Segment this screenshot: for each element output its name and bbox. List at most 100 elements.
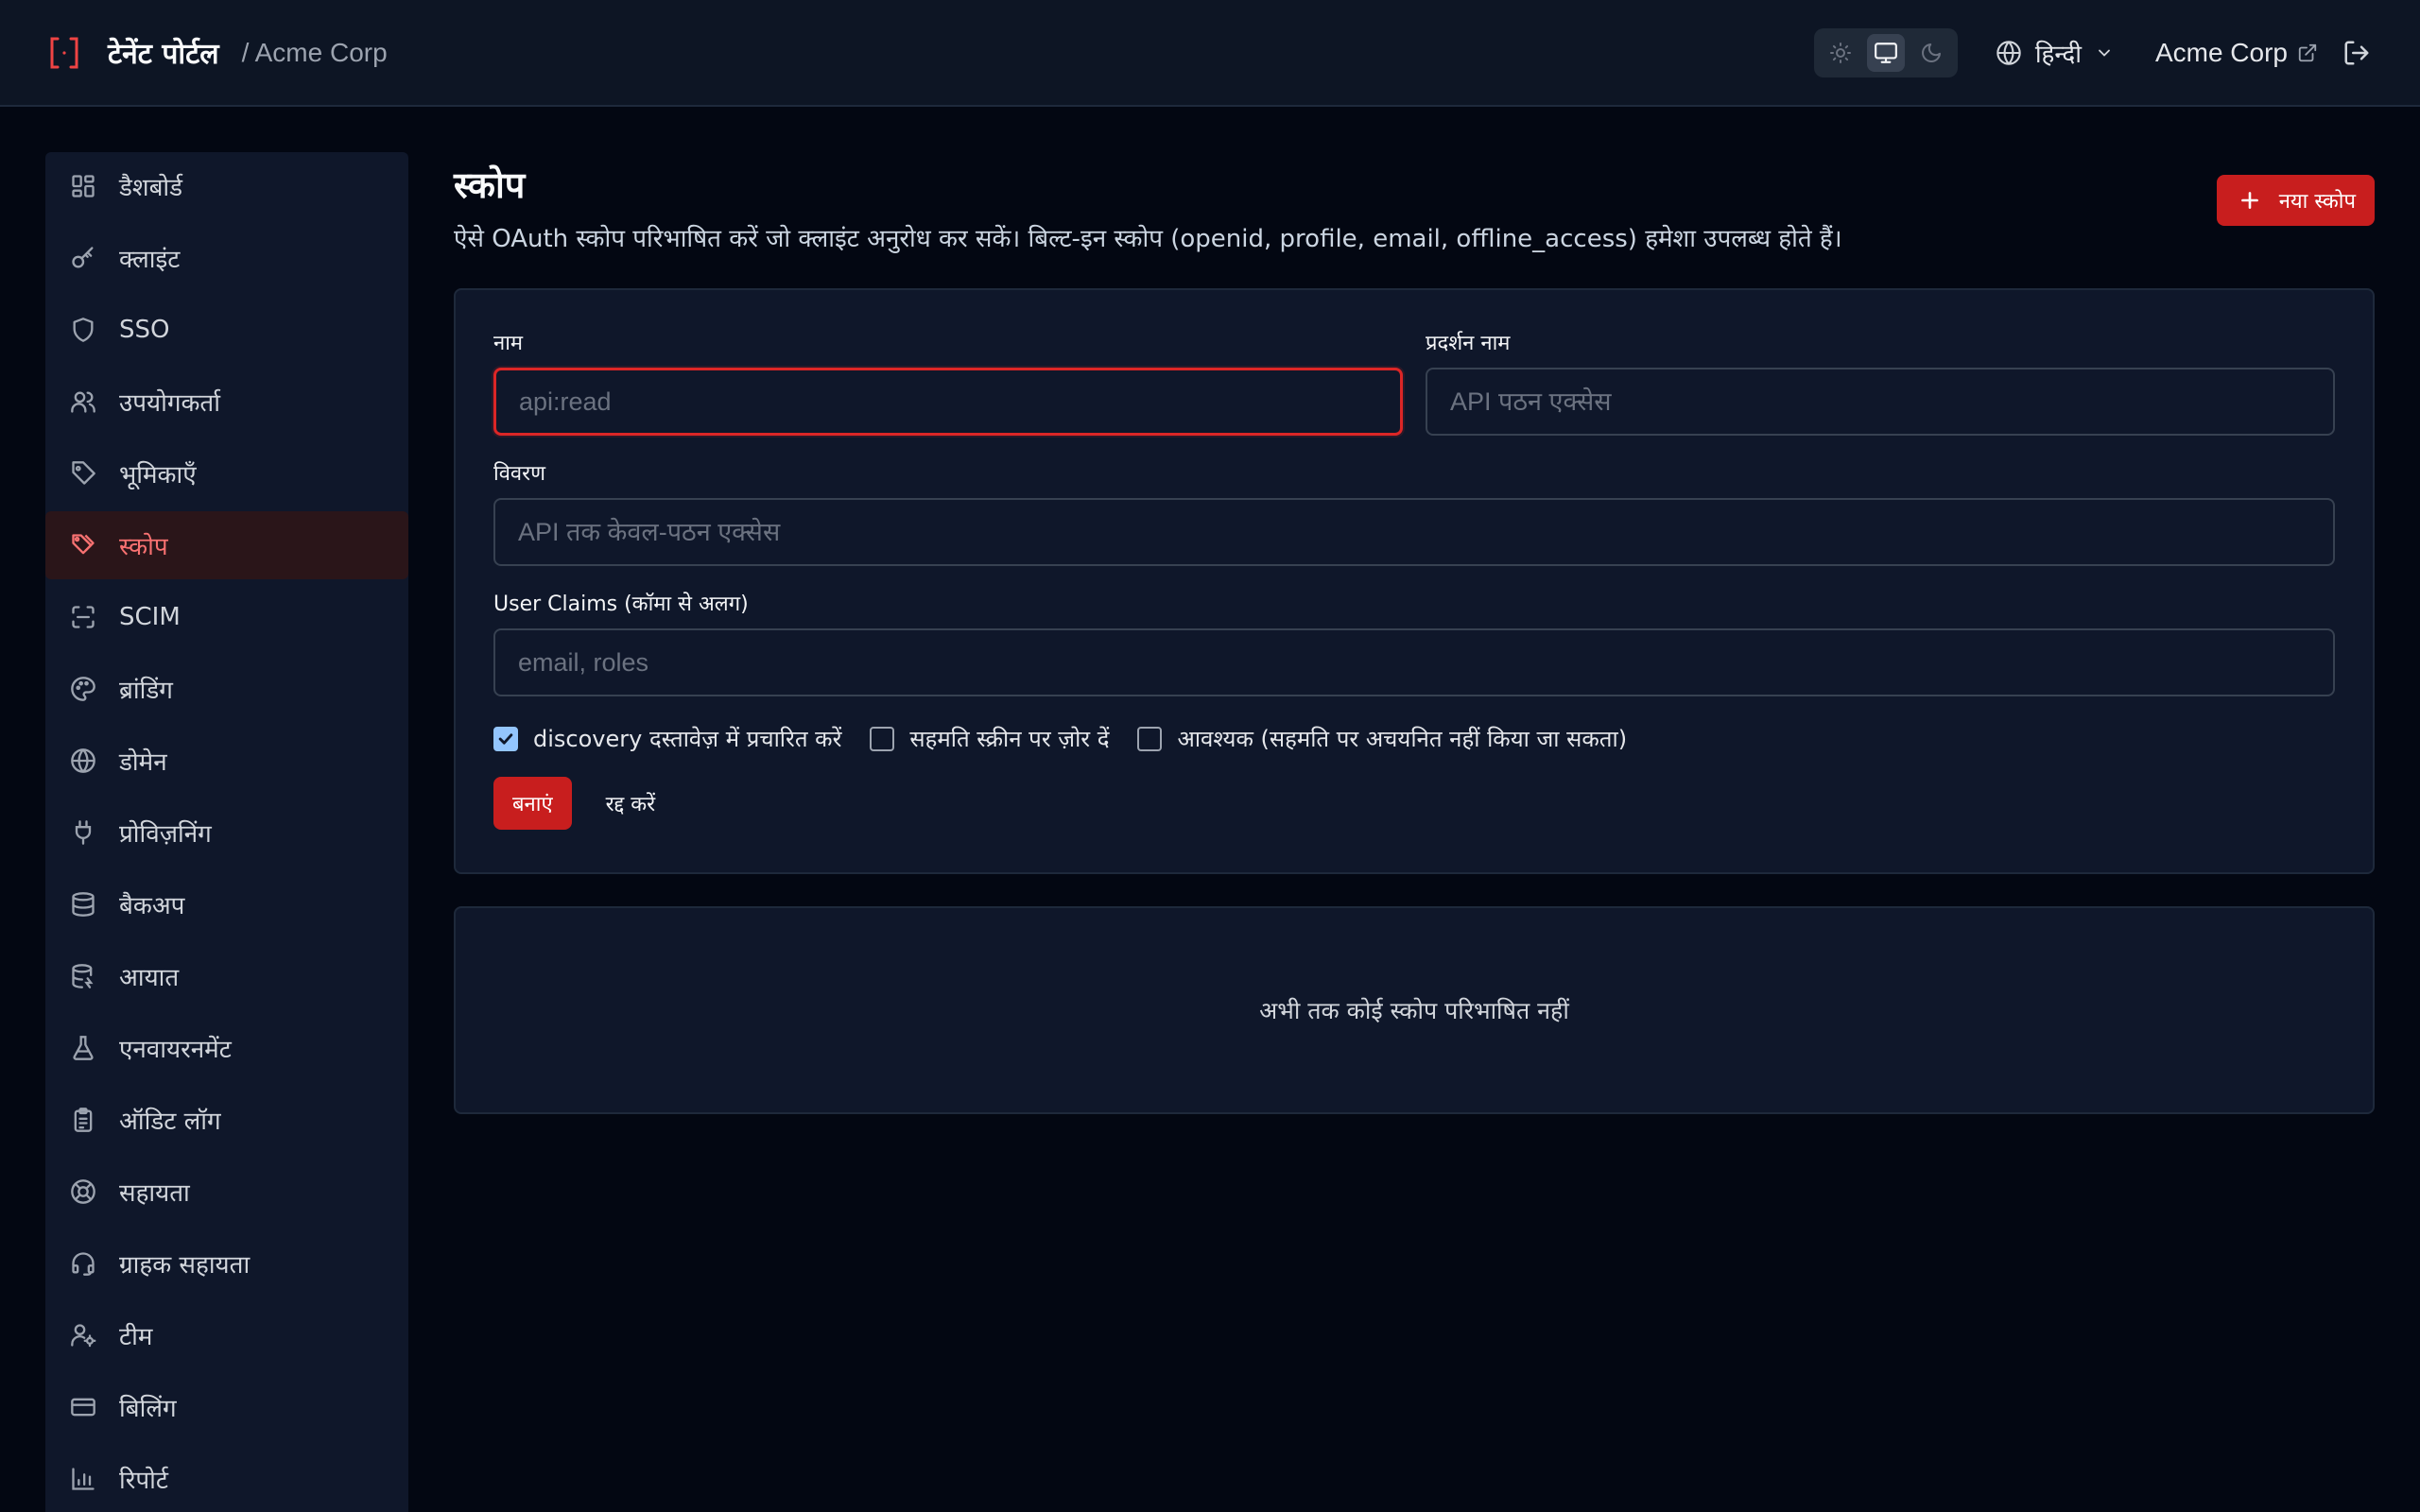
sidebar-item-branding[interactable]: ब्रांडिंग: [45, 655, 408, 723]
sidebar-item-environment[interactable]: एनवायरनमेंट: [45, 1014, 408, 1082]
consent-emphasis-checkbox-label: सहमति स्क्रीन पर ज़ोर दें: [909, 726, 1110, 752]
scope-form: नाम प्रदर्शन नाम विवरण User Claims (कॉमा…: [454, 288, 2375, 874]
discovery-checkbox-label: discovery दस्तावेज़ में प्रचारित करें: [533, 726, 842, 752]
required-checkbox[interactable]: आवश्यक (सहमति पर अचयनित नहीं किया जा सकत…: [1137, 723, 1627, 754]
external-link-icon: [2297, 43, 2318, 63]
brand-title: टेनेंट पोर्टल: [108, 38, 219, 71]
sidebar-item-customer-support[interactable]: ग्राहक सहायता: [45, 1229, 408, 1297]
sidebar-item-label: ऑडिट लॉग: [119, 1108, 221, 1136]
logout-button[interactable]: [2342, 39, 2371, 67]
sidebar-item-reports[interactable]: रिपोर्ट: [45, 1445, 408, 1512]
page-title: स्कोप: [454, 164, 526, 206]
consent-emphasis-checkbox[interactable]: सहमति स्क्रीन पर ज़ोर दें: [870, 723, 1109, 754]
tenant-name: Acme Corp: [2154, 37, 2288, 67]
sidebar-item-sso[interactable]: SSO: [45, 296, 408, 364]
breadcrumb: / Acme Corp: [241, 37, 388, 67]
brackets-logo-icon: [49, 36, 79, 70]
sidebar-item-import[interactable]: आयात: [45, 942, 408, 1010]
sidebar-item-label: रिपोर्ट: [119, 1467, 168, 1495]
lifebuoy-icon: [68, 1177, 98, 1207]
chart-icon: [68, 1464, 98, 1494]
sidebar-item-scim[interactable]: SCIM: [45, 583, 408, 651]
shield-icon: [68, 315, 98, 345]
globe-icon: [1996, 40, 2022, 66]
user-claims-input[interactable]: [493, 628, 2335, 696]
sidebar-item-label: टीम: [119, 1323, 153, 1351]
sidebar-item-backup[interactable]: बैकअप: [45, 870, 408, 938]
users-icon: [68, 387, 98, 417]
theme-system-button[interactable]: [1866, 33, 1905, 72]
sidebar-item-label: बैकअप: [119, 892, 185, 920]
sidebar-item-label: एनवायरनमेंट: [119, 1036, 232, 1064]
sidebar-item-clients[interactable]: क्लाइंट: [45, 224, 408, 292]
checkbox-unchecked-icon: [1137, 726, 1163, 751]
globe-icon: [68, 746, 98, 776]
theme-light-button[interactable]: [1822, 34, 1859, 72]
sidebar-item-domains[interactable]: डोमेन: [45, 727, 408, 795]
sidebar-item-billing[interactable]: बिलिंग: [45, 1373, 408, 1441]
tags-icon: [68, 530, 98, 560]
user-cog-icon: [68, 1320, 98, 1350]
description-label: विवरण: [493, 462, 546, 486]
moon-icon: [1920, 42, 1943, 64]
display-name-label: प्रदर्शन नाम: [1426, 332, 1511, 355]
sidebar: डैशबोर्ड क्लाइंट SSO उपयोगकर्ता भूमिकाएँ…: [45, 152, 408, 1512]
new-scope-button[interactable]: नया स्कोप: [2216, 175, 2375, 226]
sidebar-item-help[interactable]: सहायता: [45, 1158, 408, 1226]
key-icon: [68, 243, 98, 273]
sidebar-item-audit-log[interactable]: ऑडिट लॉग: [45, 1086, 408, 1154]
sidebar-item-roles[interactable]: भूमिकाएँ: [45, 439, 408, 507]
sidebar-item-provisioning[interactable]: प्रोविज़निंग: [45, 799, 408, 867]
sidebar-item-users[interactable]: उपयोगकर्ता: [45, 368, 408, 436]
sidebar-item-label: क्लाइंट: [119, 246, 181, 274]
chevron-down-icon: [2095, 43, 2114, 62]
sidebar-item-label: डोमेन: [119, 748, 167, 777]
sidebar-item-scopes[interactable]: स्कोप: [45, 511, 408, 579]
logo[interactable]: टेनेंट पोर्टल: [49, 33, 219, 72]
cancel-button[interactable]: रद्द करें: [606, 789, 656, 817]
sidebar-item-dashboard[interactable]: डैशबोर्ड: [45, 152, 408, 220]
sidebar-item-label: स्कोप: [119, 533, 168, 561]
discovery-checkbox[interactable]: discovery दस्तावेज़ में प्रचारित करें: [493, 723, 841, 754]
plus-icon: [2238, 188, 2262, 213]
database-import-icon: [68, 961, 98, 991]
clipboard-icon: [68, 1105, 98, 1135]
dashboard-icon: [68, 171, 98, 201]
sidebar-item-label: SCIM: [119, 603, 181, 631]
sidebar-item-label: ग्राहक सहायता: [119, 1251, 251, 1280]
top-bar: टेनेंट पोर्टल / Acme Corp हिन्दी Acme Co…: [0, 0, 2420, 107]
scan-icon: [68, 602, 98, 632]
sidebar-item-label: SSO: [119, 316, 170, 344]
display-name-input[interactable]: [1426, 368, 2335, 436]
sidebar-item-team[interactable]: टीम: [45, 1301, 408, 1369]
required-checkbox-label: आवश्यक (सहमति पर अचयनित नहीं किया जा सकत…: [1177, 726, 1628, 752]
page-subtitle: ऐसे OAuth स्कोप परिभाषित करें जो क्लाइंट…: [454, 225, 1842, 253]
checkbox-unchecked-icon: [870, 726, 895, 751]
sun-icon: [1829, 42, 1852, 64]
database-icon: [68, 889, 98, 919]
sidebar-item-label: डैशबोर्ड: [119, 174, 183, 202]
sidebar-item-label: आयात: [119, 964, 180, 992]
monitor-icon: [1874, 41, 1898, 65]
language-label: हिन्दी: [2034, 40, 2082, 69]
name-label: नाम: [493, 332, 524, 355]
plug-icon: [68, 817, 98, 848]
sidebar-item-label: प्रोविज़निंग: [119, 820, 212, 849]
palette-icon: [68, 674, 98, 704]
name-input[interactable]: [493, 368, 1403, 436]
tag-icon: [68, 458, 98, 489]
theme-dark-button[interactable]: [1912, 34, 1950, 72]
user-claims-label: User Claims (कॉमा से अलग): [493, 593, 749, 616]
sidebar-item-label: ब्रांडिंग: [119, 677, 173, 705]
logout-icon: [2342, 39, 2371, 67]
description-input[interactable]: [493, 498, 2335, 566]
language-selector[interactable]: हिन्दी: [1996, 36, 2114, 70]
credit-card-icon: [68, 1392, 98, 1422]
empty-state-message: अभी तक कोई स्कोप परिभाषित नहीं: [1259, 997, 1569, 1024]
tenant-link[interactable]: Acme Corp: [2155, 38, 2318, 68]
sidebar-item-label: बिलिंग: [119, 1395, 177, 1423]
theme-switch: [1813, 27, 1958, 77]
create-button[interactable]: बनाएं: [493, 777, 572, 830]
sidebar-item-label: सहायता: [119, 1179, 190, 1208]
scopes-empty-state: अभी तक कोई स्कोप परिभाषित नहीं: [454, 906, 2375, 1114]
